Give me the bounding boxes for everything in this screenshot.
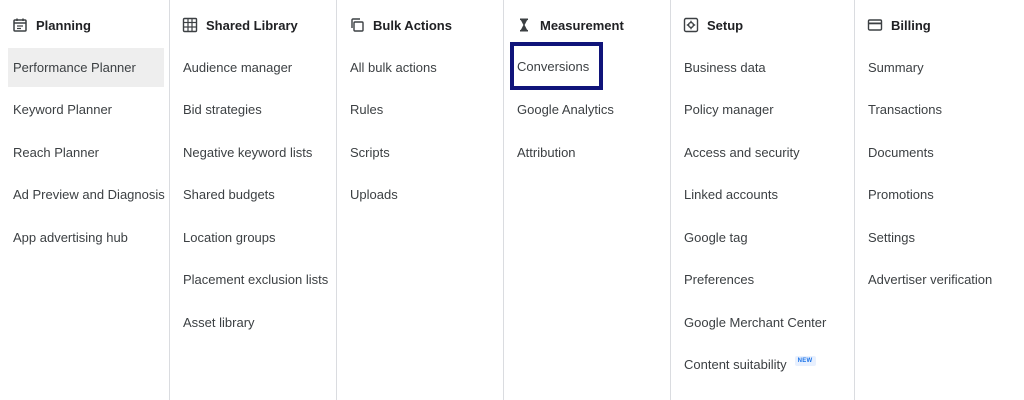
column-header-bulk-actions: Bulk Actions — [337, 0, 503, 50]
menu-item-settings[interactable]: Settings — [863, 218, 1019, 257]
menu-item-promotions[interactable]: Promotions — [863, 175, 1019, 214]
menu-item-keyword-planner[interactable]: Keyword Planner — [8, 90, 164, 129]
copy-icon — [349, 17, 365, 33]
settings-box-icon — [683, 17, 699, 33]
menu-item-performance-planner[interactable]: Performance Planner — [8, 48, 164, 87]
menu-item-uploads[interactable]: Uploads — [345, 175, 495, 214]
column-title: Planning — [36, 17, 91, 33]
column-title: Measurement — [540, 17, 624, 33]
menu-item-asset-library[interactable]: Asset library — [178, 303, 328, 342]
menu-item-bid-strategies[interactable]: Bid strategies — [178, 90, 328, 129]
column-planning: Planning Performance Planner Keyword Pla… — [0, 0, 168, 400]
menu-item-all-bulk-actions[interactable]: All bulk actions — [345, 48, 495, 87]
tools-menu: Planning Performance Planner Keyword Pla… — [0, 0, 1024, 400]
menu-item-audience-manager[interactable]: Audience manager — [178, 48, 328, 87]
column-bulk-actions: Bulk Actions All bulk actions Rules Scri… — [336, 0, 503, 400]
menu-item-ad-preview[interactable]: Ad Preview and Diagnosis — [8, 175, 165, 214]
menu-item-google-analytics[interactable]: Google Analytics — [512, 90, 662, 129]
menu-item-negative-keyword-lists[interactable]: Negative keyword lists — [178, 133, 328, 172]
column-setup: Setup Business data Policy manager Acces… — [670, 0, 854, 400]
menu-item-attribution[interactable]: Attribution — [512, 133, 662, 172]
column-measurement: Measurement Conversions Google Analytics… — [503, 0, 670, 400]
menu-item-policy-manager[interactable]: Policy manager — [679, 90, 845, 129]
new-badge: NEW — [794, 355, 816, 366]
column-billing: Billing Summary Transactions Documents P… — [854, 0, 1024, 400]
library-icon — [182, 17, 198, 33]
menu-item-reach-planner[interactable]: Reach Planner — [8, 133, 164, 172]
menu-item-shared-budgets[interactable]: Shared budgets — [178, 175, 328, 214]
column-header-planning: Planning — [0, 0, 168, 50]
menu-item-linked-accounts[interactable]: Linked accounts — [679, 175, 845, 214]
column-title: Billing — [891, 17, 931, 33]
column-header-billing: Billing — [855, 0, 1024, 50]
menu-item-app-advertising-hub[interactable]: App advertising hub — [8, 218, 164, 257]
menu-item-conversions[interactable]: Conversions — [510, 42, 603, 90]
menu-item-google-merchant-center[interactable]: Google Merchant Center — [679, 303, 845, 342]
hourglass-icon — [516, 17, 532, 33]
menu-item-google-tag[interactable]: Google tag — [679, 218, 845, 257]
menu-item-advertiser-verification[interactable]: Advertiser verification — [863, 260, 1019, 299]
calendar-icon — [12, 17, 28, 33]
column-header-setup: Setup — [671, 0, 854, 50]
menu-item-scripts[interactable]: Scripts — [345, 133, 495, 172]
menu-item-label: Content suitability — [684, 357, 787, 372]
column-header-shared-library: Shared Library — [170, 0, 336, 50]
menu-item-summary[interactable]: Summary — [863, 48, 1019, 87]
menu-item-rules[interactable]: Rules — [345, 90, 495, 129]
credit-card-icon — [867, 17, 883, 33]
menu-item-transactions[interactable]: Transactions — [863, 90, 1019, 129]
menu-item-documents[interactable]: Documents — [863, 133, 1019, 172]
column-title: Setup — [707, 17, 744, 33]
menu-item-location-groups[interactable]: Location groups — [178, 218, 328, 257]
menu-item-preferences[interactable]: Preferences — [679, 260, 845, 299]
menu-item-placement-exclusion-lists[interactable]: Placement exclusion lists — [178, 260, 328, 299]
column-shared-library: Shared Library Audience manager Bid stra… — [169, 0, 336, 400]
menu-item-business-data[interactable]: Business data — [679, 48, 845, 87]
column-title: Shared Library — [206, 17, 298, 33]
menu-item-content-suitability[interactable]: Content suitability NEW — [679, 345, 845, 384]
column-title: Bulk Actions — [373, 17, 452, 33]
menu-item-access-and-security[interactable]: Access and security — [679, 133, 845, 172]
